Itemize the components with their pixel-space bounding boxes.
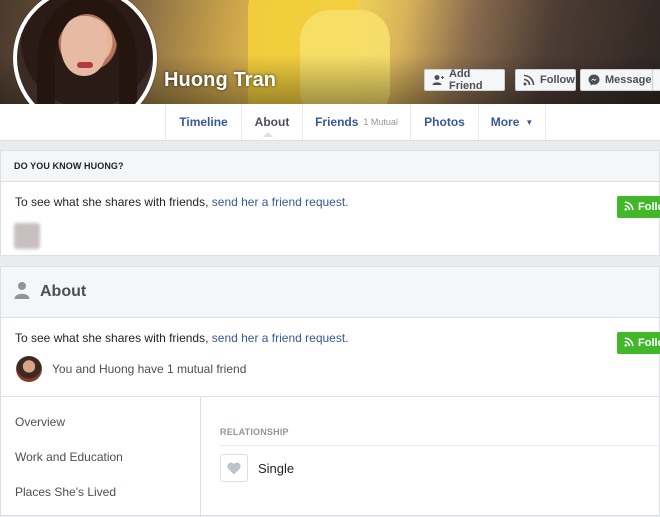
about-share-notice: To see what she shares with friends, sen… — [15, 331, 349, 345]
about-header: About — [1, 267, 659, 318]
tab-timeline-label: Timeline — [179, 115, 228, 129]
mutual-friend-text: You and Huong have 1 mutual friend — [52, 362, 247, 376]
rss-icon — [624, 337, 634, 350]
side-item-work-education[interactable]: Work and Education — [15, 450, 123, 464]
heart-icon — [220, 454, 248, 482]
tab-friends-mutual-count: 1 Mutual — [363, 117, 398, 127]
avatar-lips — [77, 62, 93, 68]
about-panel: About To see what she shares with friend… — [0, 266, 660, 517]
share-notice: To see what she shares with friends, sen… — [15, 195, 349, 209]
about-friend-request-link[interactable]: send her a friend request. — [212, 331, 349, 345]
do-you-know-panel: DO YOU KNOW HUONG? To see what she share… — [0, 150, 660, 256]
tab-friends-label: Friends — [315, 115, 359, 129]
follow-label: Follow — [540, 74, 575, 86]
profile-nav: Timeline About Friends 1 Mutual Photos M… — [0, 104, 660, 141]
profile-name[interactable]: Huong Tran — [164, 69, 276, 92]
share-notice-text: To see what she shares with friends, — [15, 195, 212, 209]
tab-photos[interactable]: Photos — [410, 104, 478, 140]
do-you-know-heading: DO YOU KNOW HUONG? — [1, 151, 659, 182]
tab-timeline[interactable]: Timeline — [165, 104, 241, 140]
message-label: Message — [605, 74, 652, 86]
relationship-status: Single — [258, 460, 295, 476]
about-share-text: To see what she shares with friends, — [15, 331, 212, 345]
add-friend-label: Add Friend — [449, 68, 483, 92]
rss-icon — [523, 74, 535, 86]
about-title: About — [40, 283, 87, 300]
relationship-divider — [220, 445, 660, 446]
add-friend-icon — [432, 74, 444, 86]
about-follow-button[interactable]: Follow — [617, 332, 660, 354]
about-content: RELATIONSHIP Single — [201, 397, 660, 517]
relationship-row: Single — [220, 454, 294, 482]
side-item-overview[interactable]: Overview — [15, 415, 65, 429]
tab-more-label: More — [490, 115, 520, 129]
about-follow-label: Follow — [638, 337, 660, 349]
about-side-nav: Overview Work and Education Places She's… — [1, 397, 201, 517]
follow-green-label: Follow — [638, 201, 660, 213]
tab-photos-label: Photos — [424, 115, 465, 129]
caret-down-icon: ▼ — [525, 117, 534, 127]
tab-more[interactable]: More ▼ — [478, 104, 546, 140]
tab-friends[interactable]: Friends 1 Mutual — [302, 104, 410, 140]
follow-button[interactable]: Follow — [515, 69, 576, 91]
blurred-mutual-row — [14, 223, 53, 249]
more-options-button[interactable] — [652, 69, 660, 91]
friend-request-link[interactable]: send her a friend request. — [212, 195, 349, 209]
relationship-heading: RELATIONSHIP — [220, 427, 289, 437]
message-button[interactable]: Message — [580, 69, 656, 91]
active-tab-pointer — [263, 132, 273, 137]
mutual-friend-avatar[interactable] — [16, 356, 42, 382]
about-body: Overview Work and Education Places She's… — [1, 396, 660, 517]
messenger-icon — [588, 74, 600, 86]
rss-icon — [624, 201, 634, 214]
blurred-text — [50, 229, 53, 243]
blurred-avatar — [14, 223, 40, 249]
add-friend-button[interactable]: Add Friend — [424, 68, 505, 92]
side-item-places-lived[interactable]: Places She's Lived — [15, 485, 116, 499]
person-icon — [14, 281, 30, 304]
tab-about-label: About — [254, 115, 290, 129]
follow-green-button[interactable]: Follow — [617, 196, 660, 218]
mutual-friend-row: You and Huong have 1 mutual friend — [16, 356, 246, 382]
